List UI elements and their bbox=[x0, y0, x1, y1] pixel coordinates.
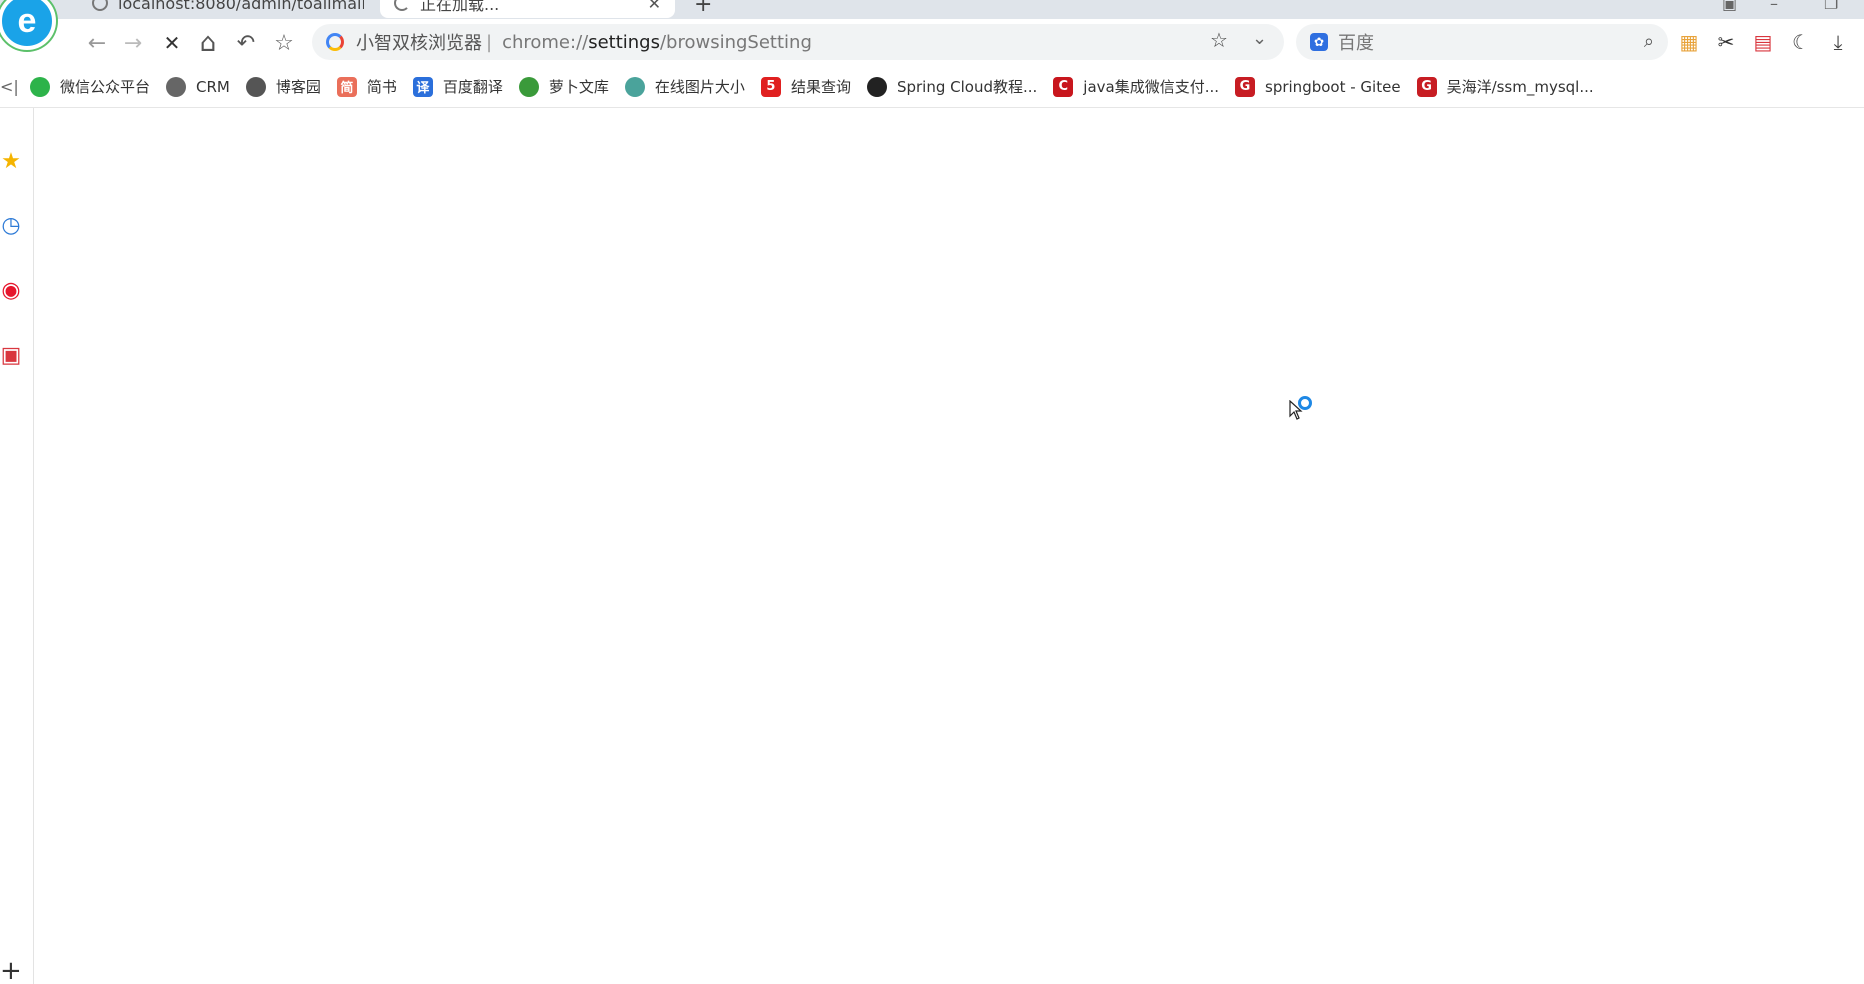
tab-strip: localhost:8080/admin/toallmain 正在加载... ✕… bbox=[0, 0, 1864, 19]
bookmark-favicon-icon bbox=[30, 76, 50, 97]
bookmark-favicon-icon bbox=[166, 76, 187, 97]
bookmark-label: 博客园 bbox=[275, 78, 321, 96]
bookmark-label: 结果查询 bbox=[790, 78, 851, 96]
bookmarks-bar: <| 微信公众平台 CRM 博客园简简书译百度翻译 萝卜文库 在线图片大小 5 结果查询 Sp… bbox=[0, 66, 1864, 108]
bookmark-item[interactable]: 简简书 bbox=[336, 76, 397, 97]
bookmark-favicon-icon bbox=[866, 76, 887, 97]
bookmark-item[interactable]: 博客园 bbox=[245, 76, 321, 97]
star-icon[interactable]: ★ bbox=[0, 148, 22, 174]
tab-title: 正在加载... bbox=[420, 0, 500, 14]
bookmark-item[interactable]: Spring Cloud教程... bbox=[866, 76, 1038, 97]
url-prefix: chrome:// bbox=[502, 31, 589, 53]
bookmark-favicon-icon bbox=[245, 76, 266, 97]
baidu-icon: ✿ bbox=[1310, 33, 1328, 51]
bookmark-label: 在线图片大小 bbox=[654, 78, 745, 96]
bookmark-label: 微信公众平台 bbox=[60, 78, 151, 96]
pdf-icon[interactable]: ▣ bbox=[0, 342, 22, 368]
bookmark-label: 简书 bbox=[366, 78, 397, 96]
bookmark-label: 百度翻译 bbox=[442, 78, 503, 96]
chrome-icon bbox=[326, 33, 344, 51]
minimize-icon[interactable]: – bbox=[1770, 0, 1778, 13]
bookmark-label: Spring Cloud教程... bbox=[896, 78, 1038, 96]
back-button[interactable]: ← bbox=[82, 28, 112, 58]
busy-spinner-icon bbox=[1298, 396, 1312, 410]
bookmark-favicon-icon: 简 bbox=[336, 76, 357, 97]
close-tab-icon[interactable]: ✕ bbox=[648, 0, 661, 13]
home-button[interactable]: ⌂ bbox=[193, 28, 223, 58]
scissors-icon[interactable]: ✂ bbox=[1713, 29, 1739, 55]
bookmark-item[interactable]: 译百度翻译 bbox=[412, 76, 503, 97]
search-placeholder: 百度 bbox=[1338, 33, 1374, 54]
history-icon[interactable]: ◷ bbox=[0, 212, 22, 238]
bookmark-label: springboot - Gitee bbox=[1265, 77, 1401, 96]
search-box[interactable]: ✿ 百度 ⌕ bbox=[1296, 24, 1668, 60]
stop-button[interactable]: ✕ bbox=[157, 28, 187, 58]
collapse-sidebar-icon[interactable]: <| bbox=[0, 77, 19, 96]
bookmark-item[interactable]: 微信公众平台 bbox=[30, 76, 150, 97]
bookmark-item[interactable]: 萝卜文库 bbox=[518, 76, 609, 97]
bookmark-label: 吴海洋/ssm_mysql... bbox=[1446, 78, 1594, 96]
bookmark-label: 萝卜文库 bbox=[548, 78, 609, 96]
bookmark-item[interactable]: 在线图片大小 bbox=[624, 76, 745, 97]
loading-icon bbox=[394, 0, 410, 11]
address-dropdown-icon[interactable]: ⌄ bbox=[1252, 28, 1267, 49]
page-content bbox=[35, 108, 1864, 984]
address-bar[interactable]: 小智双核浏览器 | chrome:// settings /browsingSe… bbox=[312, 24, 1284, 60]
bookmark-item[interactable]: Gspringboot - Gitee bbox=[1235, 76, 1401, 97]
bookmark-label: java集成微信支付... bbox=[1083, 78, 1220, 96]
globe-icon bbox=[92, 0, 108, 11]
undo-close-button[interactable]: ↶ bbox=[231, 28, 261, 58]
weibo-icon[interactable]: ◉ bbox=[0, 277, 22, 303]
favorite-button[interactable]: ☆ bbox=[269, 28, 299, 58]
bookmark-item[interactable]: Cjava集成微信支付... bbox=[1053, 76, 1219, 97]
dark-mode-icon[interactable]: ☾ bbox=[1788, 29, 1814, 55]
bookmark-favicon-icon: C bbox=[1053, 76, 1074, 97]
bookmark-star-icon[interactable]: ☆ bbox=[1210, 28, 1228, 52]
bookmark-favicon-icon: G bbox=[1416, 76, 1437, 97]
browser-name: 小智双核浏览器 bbox=[356, 33, 482, 54]
pdf-tool-icon[interactable]: ▤ bbox=[1750, 29, 1776, 55]
maximize-icon[interactable]: ❐ bbox=[1824, 0, 1838, 13]
new-tab-button[interactable]: + bbox=[694, 0, 712, 17]
tab-loading[interactable]: 正在加载... ✕ bbox=[380, 0, 675, 18]
download-icon[interactable]: ⤓ bbox=[1825, 29, 1851, 55]
bookmark-favicon-icon bbox=[624, 76, 645, 97]
toolbar: ← → ✕ ⌂ ↶ ☆ 小智双核浏览器 | chrome:// settings… bbox=[0, 19, 1864, 66]
address-divider: | bbox=[486, 31, 493, 53]
bookmark-favicon-icon bbox=[518, 76, 539, 97]
apps-grid-icon[interactable]: ▦ bbox=[1676, 29, 1702, 55]
url-host: settings bbox=[588, 31, 660, 53]
window-menu-icon[interactable]: ▣ bbox=[1722, 0, 1737, 13]
bookmark-list: 微信公众平台 CRM 博客园简简书译百度翻译 萝卜文库 在线图片大小 5 结果查询 Sprin… bbox=[18, 76, 1594, 97]
add-sidebar-button[interactable]: + bbox=[0, 956, 22, 984]
bookmark-favicon-icon: 5 bbox=[760, 76, 781, 97]
search-icon[interactable]: ⌕ bbox=[1644, 31, 1654, 52]
url-path: /browsingSetting bbox=[659, 31, 812, 53]
bookmark-item[interactable]: 5 结果查询 bbox=[760, 76, 851, 97]
bookmark-label: CRM bbox=[196, 77, 230, 96]
tab-localhost[interactable]: localhost:8080/admin/toallmain bbox=[78, 0, 378, 18]
tab-title: localhost:8080/admin/toallmain bbox=[118, 0, 364, 13]
left-sidebar: ★ ◷ ◉ ▣ + bbox=[0, 108, 34, 984]
bookmark-favicon-icon: 译 bbox=[412, 76, 433, 97]
bookmark-favicon-icon: G bbox=[1235, 76, 1256, 97]
forward-button[interactable]: → bbox=[118, 28, 148, 58]
bookmark-item[interactable]: G 吴海洋/ssm_mysql... bbox=[1416, 76, 1594, 97]
bookmark-item[interactable]: CRM bbox=[166, 76, 230, 97]
